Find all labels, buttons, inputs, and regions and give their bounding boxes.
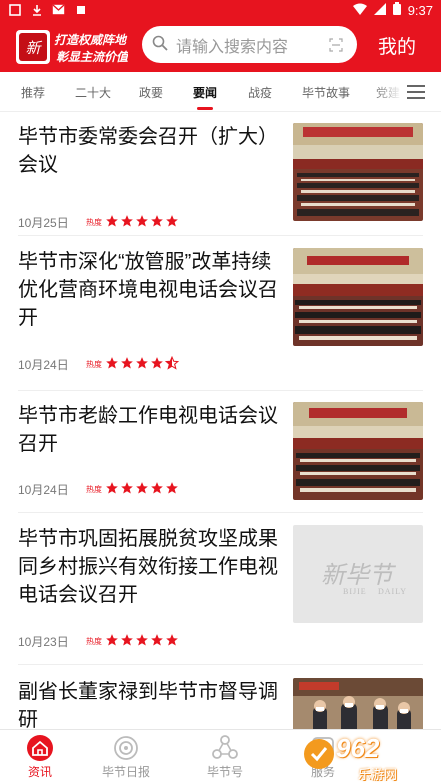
star-icon <box>151 357 163 369</box>
star-icon <box>121 357 133 369</box>
news-thumbnail[interactable] <box>293 248 423 346</box>
tab-headlines[interactable]: 要闻 <box>193 84 217 101</box>
site-watermark: 962 乐游网 <box>298 733 438 782</box>
star-icon <box>106 482 118 494</box>
status-notification-icons <box>8 3 87 16</box>
tab-politics[interactable]: 政要 <box>139 84 163 101</box>
star-icon <box>136 482 148 494</box>
half-star-icon <box>165 356 179 370</box>
active-tab-indicator <box>197 107 213 110</box>
download-icon <box>30 3 43 16</box>
news-date: 10月24日 <box>18 358 69 372</box>
star-icon <box>136 634 148 646</box>
heat-label: 热度 <box>86 485 102 494</box>
news-title[interactable]: 毕节市巩固拓展脱贫攻坚成果同乡村振兴有效衔接工作电视电话会议召开 <box>18 525 278 609</box>
mail-icon <box>52 3 65 16</box>
heat-label: 热度 <box>86 360 102 369</box>
star-icon <box>121 482 133 494</box>
svg-text:彰显主流价值: 彰显主流价值 <box>56 50 128 64</box>
star-icon <box>151 215 163 227</box>
placeholder-brand: 新毕节 <box>321 561 393 589</box>
news-date: 10月25日 <box>18 216 69 230</box>
news-item[interactable]: 毕节市委常委会召开（扩大）会议 10月25日 热度 <box>18 123 423 236</box>
small-square-icon <box>74 3 87 16</box>
star-icon <box>106 215 118 227</box>
news-item[interactable]: 副省长董家禄到毕节市督导调研 <box>18 678 423 732</box>
star-icon <box>136 215 148 227</box>
battery-icon <box>392 2 401 18</box>
heat-stars <box>105 481 179 495</box>
status-bar: 9:37 <box>0 0 441 22</box>
nav-bijie-daily[interactable]: 毕节日报 <box>81 730 171 784</box>
star-icon <box>121 634 133 646</box>
search-placeholder[interactable]: 请输入搜索内容 <box>176 33 288 57</box>
news-date: 10月23日 <box>18 635 69 649</box>
tab-recommend[interactable]: 推荐 <box>21 84 45 101</box>
news-title[interactable]: 副省长董家禄到毕节市督导调研 <box>18 678 278 732</box>
svg-text:新: 新 <box>25 39 42 57</box>
nav-news-label: 资讯 <box>27 765 52 779</box>
star-icon <box>151 482 163 494</box>
news-list: 毕节市委常委会召开（扩大）会议 10月25日 热度 毕节市深化“放管服”改革持续… <box>0 112 441 732</box>
nodes-icon <box>212 735 238 759</box>
watermark-subtext: 乐游网 <box>358 767 398 782</box>
placeholder-en-1: BIJIE <box>343 587 367 596</box>
nav-bijie-account-label: 毕节号 <box>206 765 243 779</box>
news-thumbnail-placeholder[interactable]: 新毕节 BIJIE DAILY <box>293 525 423 623</box>
watermark-text: 962 <box>336 733 380 763</box>
heat-stars <box>105 633 179 647</box>
svg-text:打造权威阵地: 打造权威阵地 <box>54 33 128 47</box>
star-icon <box>151 634 163 646</box>
nav-bijie-daily-label: 毕节日报 <box>101 765 150 779</box>
news-thumbnail[interactable] <box>293 123 423 221</box>
heat-label: 热度 <box>86 218 102 227</box>
news-date: 10月24日 <box>18 483 69 497</box>
star-icon <box>121 215 133 227</box>
news-thumbnail[interactable] <box>293 678 423 732</box>
tab-bijie-stories[interactable]: 毕节故事 <box>302 84 350 101</box>
news-title[interactable]: 毕节市老龄工作电视电话会议召开 <box>18 402 278 458</box>
star-icon <box>166 482 178 494</box>
mine-button[interactable]: 我的 <box>378 32 416 59</box>
app-logo[interactable]: 新 打造权威阵地 彰显主流价值 <box>16 28 130 66</box>
tab-fade <box>372 72 402 111</box>
search-icon <box>152 35 168 55</box>
watermark-logo-icon <box>304 739 334 769</box>
newspaper-icon <box>114 736 138 760</box>
notification-square-icon <box>8 3 21 16</box>
star-icon <box>106 357 118 369</box>
star-icon <box>166 215 178 227</box>
nav-news[interactable]: 资讯 <box>0 730 85 784</box>
tab-20th-congress[interactable]: 二十大 <box>75 84 111 101</box>
heat-stars <box>105 214 179 228</box>
heat-stars <box>105 356 179 370</box>
placeholder-en-2: DAILY <box>378 587 408 596</box>
wifi-icon <box>352 3 367 18</box>
menu-icon[interactable] <box>407 85 425 99</box>
star-icon <box>166 634 178 646</box>
news-title[interactable]: 毕节市深化“放管服”改革持续优化营商环境电视电话会议召开 <box>18 248 278 332</box>
tab-epidemic[interactable]: 战疫 <box>248 84 272 101</box>
heat-label: 热度 <box>86 637 102 646</box>
signal-icon <box>373 2 386 18</box>
search-bar[interactable]: 请输入搜索内容 <box>142 26 357 63</box>
status-time: 9:37 <box>407 2 433 18</box>
news-title[interactable]: 毕节市委常委会召开（扩大）会议 <box>18 123 278 179</box>
home-icon <box>27 735 53 761</box>
news-item[interactable]: 毕节市巩固拓展脱贫攻坚成果同乡村振兴有效衔接工作电视电话会议召开 10月23日 … <box>18 525 423 665</box>
app-header: 新 打造权威阵地 彰显主流价值 请输入搜索内容 我的 <box>0 22 441 72</box>
news-item[interactable]: 毕节市深化“放管服”改革持续优化营商环境电视电话会议召开 10月24日 热度 <box>18 248 423 391</box>
news-thumbnail[interactable] <box>293 402 423 500</box>
category-tabs: 推荐 二十大 政要 要闻 战疫 毕节故事 党建 <box>0 72 441 112</box>
nav-bijie-account[interactable]: 毕节号 <box>180 730 270 784</box>
star-icon <box>106 634 118 646</box>
star-icon <box>136 357 148 369</box>
scan-icon[interactable] <box>329 37 343 56</box>
news-item[interactable]: 毕节市老龄工作电视电话会议召开 10月24日 热度 <box>18 402 423 513</box>
